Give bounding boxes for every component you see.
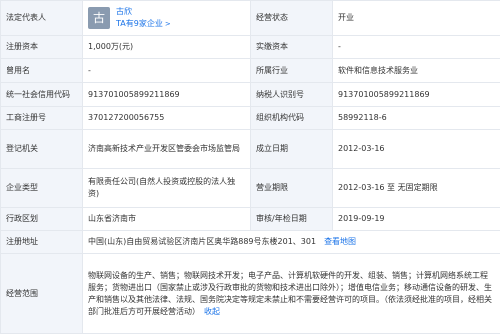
scope-label: 经营范围 <box>1 254 83 334</box>
op-status-value: 开业 <box>333 1 500 36</box>
legal-rep-name-link[interactable]: 古欣 <box>116 6 171 18</box>
collapse-link[interactable]: 收起 <box>204 307 220 316</box>
row-credit-code: 统一社会信用代码 913701005899211869 纳税人识别号 91370… <box>1 83 500 107</box>
org-code-label: 组织机构代码 <box>251 107 333 130</box>
avatar[interactable]: 古 <box>88 7 110 29</box>
company-type-value: 有限责任公司(自然人投资或控股的法人独资) <box>83 169 251 208</box>
row-region: 行政区划 山东省济南市 审核/年检日期 2019-09-19 <box>1 208 500 231</box>
industry-label: 所属行业 <box>251 59 333 83</box>
industry-value: 软件和信息技术服务业 <box>333 59 500 83</box>
approval-date-label: 审核/年检日期 <box>251 208 333 231</box>
companies-count-text[interactable]: TA有9家企业 <box>116 19 163 28</box>
row-company-type: 企业类型 有限责任公司(自然人投资或控股的法人独资) 营业期限 2012-03-… <box>1 169 500 208</box>
chevron-right-icon[interactable]: > <box>165 20 171 28</box>
row-former-name: 曾用名 - 所属行业 软件和信息技术服务业 <box>1 59 500 83</box>
business-info-table: 法定代表人 古 古欣 TA有9家企业> 经营状态 开业 注册资本 1,000万(… <box>0 0 500 334</box>
org-code-value: 58992118-6 <box>333 107 500 130</box>
reg-authority-value: 济南高新技术产业开发区管委会市场监管局 <box>83 130 251 169</box>
business-term-value: 2012-03-16 至 无固定期限 <box>333 169 500 208</box>
scope-cell: 物联网设备的生产、销售；物联网技术开发；电子产品、计算机软硬件的开发、组装、销售… <box>83 254 500 334</box>
established-label: 成立日期 <box>251 130 333 169</box>
view-map-link[interactable]: 查看地图 <box>324 237 356 246</box>
paid-capital-value: - <box>333 36 500 59</box>
former-name-value: - <box>83 59 251 83</box>
taxpayer-id-label: 纳税人识别号 <box>251 83 333 107</box>
region-label: 行政区划 <box>1 208 83 231</box>
address-cell: 中国(山东)自由贸易试验区济南片区奥华路889号东楼201、301 查看地图 <box>83 231 500 254</box>
legal-rep-label: 法定代表人 <box>1 1 83 36</box>
address-value: 中国(山东)自由贸易试验区济南片区奥华路889号东楼201、301 <box>88 237 316 246</box>
legal-rep-cell: 古 古欣 TA有9家企业> <box>83 1 251 36</box>
region-value: 山东省济南市 <box>83 208 251 231</box>
row-reg-number: 工商注册号 370127200056755 组织机构代码 58992118-6 <box>1 107 500 130</box>
row-reg-authority: 登记机关 济南高新技术产业开发区管委会市场监管局 成立日期 2012-03-16 <box>1 130 500 169</box>
reg-capital-label: 注册资本 <box>1 36 83 59</box>
scope-value: 物联网设备的生产、销售；物联网技术开发；电子产品、计算机软硬件的开发、组装、销售… <box>88 271 492 316</box>
credit-code-label: 统一社会信用代码 <box>1 83 83 107</box>
reg-number-value: 370127200056755 <box>83 107 251 130</box>
address-label: 注册地址 <box>1 231 83 254</box>
companies-count-link[interactable]: TA有9家企业> <box>116 18 171 30</box>
row-legal-rep: 法定代表人 古 古欣 TA有9家企业> 经营状态 开业 <box>1 1 500 36</box>
paid-capital-label: 实缴资本 <box>251 36 333 59</box>
approval-date-value: 2019-09-19 <box>333 208 500 231</box>
op-status-label: 经营状态 <box>251 1 333 36</box>
reg-capital-value: 1,000万(元) <box>83 36 251 59</box>
row-address: 注册地址 中国(山东)自由贸易试验区济南片区奥华路889号东楼201、301 查看… <box>1 231 500 254</box>
established-value: 2012-03-16 <box>333 130 500 169</box>
reg-authority-label: 登记机关 <box>1 130 83 169</box>
credit-code-value: 913701005899211869 <box>83 83 251 107</box>
row-capital: 注册资本 1,000万(元) 实缴资本 - <box>1 36 500 59</box>
former-name-label: 曾用名 <box>1 59 83 83</box>
row-scope: 经营范围 物联网设备的生产、销售；物联网技术开发；电子产品、计算机软硬件的开发、… <box>1 254 500 334</box>
reg-number-label: 工商注册号 <box>1 107 83 130</box>
company-type-label: 企业类型 <box>1 169 83 208</box>
business-term-label: 营业期限 <box>251 169 333 208</box>
taxpayer-id-value: 913701005899211869 <box>333 83 500 107</box>
